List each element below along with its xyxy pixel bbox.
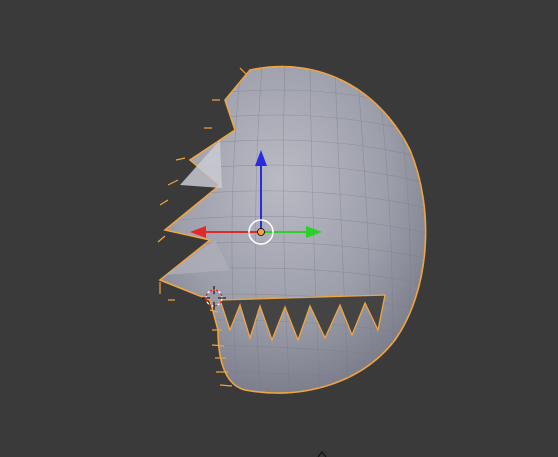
mesh-facet-highlight	[180, 140, 222, 188]
viewport-canvas[interactable]	[0, 0, 558, 457]
3d-viewport[interactable]	[0, 0, 558, 457]
scene-object-marker-icon[interactable]	[317, 451, 327, 457]
object-origin-icon	[257, 228, 265, 236]
